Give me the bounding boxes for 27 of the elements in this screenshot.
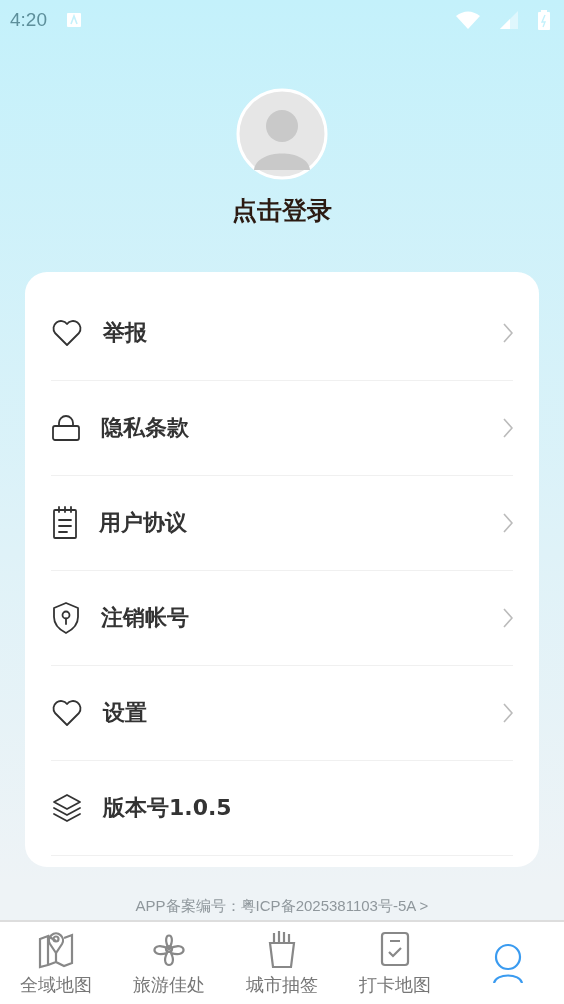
layers-icon bbox=[51, 792, 83, 824]
heart-icon bbox=[51, 699, 83, 727]
nav-tab[interactable]: 全域地图 bbox=[0, 922, 113, 1004]
notepad-icon bbox=[51, 506, 79, 540]
shield-keyhole-icon bbox=[51, 601, 81, 635]
heart-icon bbox=[51, 319, 83, 347]
nav-tab[interactable]: 城市抽签 bbox=[225, 922, 339, 1004]
chevron-right-icon bbox=[503, 418, 513, 438]
chevron-right-icon bbox=[503, 323, 513, 343]
wifi-icon bbox=[456, 11, 480, 29]
notification-icon bbox=[67, 13, 81, 27]
menu-item[interactable]: 用户协议 bbox=[99, 508, 483, 538]
menu-item[interactable]: 注销帐号 bbox=[101, 603, 483, 633]
lock-icon bbox=[51, 414, 81, 442]
status-time: 4:20 bbox=[10, 9, 47, 31]
chevron-right-icon bbox=[503, 513, 513, 533]
signal-icon bbox=[500, 11, 518, 29]
nav-tab[interactable]: 旅游佳处 bbox=[112, 922, 226, 1004]
chevron-right-icon bbox=[503, 703, 513, 723]
menu-item[interactable]: 举报 bbox=[103, 318, 483, 348]
menu-item[interactable]: 隐私条款 bbox=[101, 413, 483, 443]
avatar[interactable] bbox=[236, 88, 328, 180]
menu-item[interactable]: 设置 bbox=[103, 698, 483, 728]
battery-icon bbox=[538, 10, 550, 30]
login-link[interactable]: 点击登录 bbox=[232, 194, 332, 227]
chevron-right-icon bbox=[503, 608, 513, 628]
nav-tab[interactable]: 打卡地图 bbox=[338, 922, 452, 1004]
